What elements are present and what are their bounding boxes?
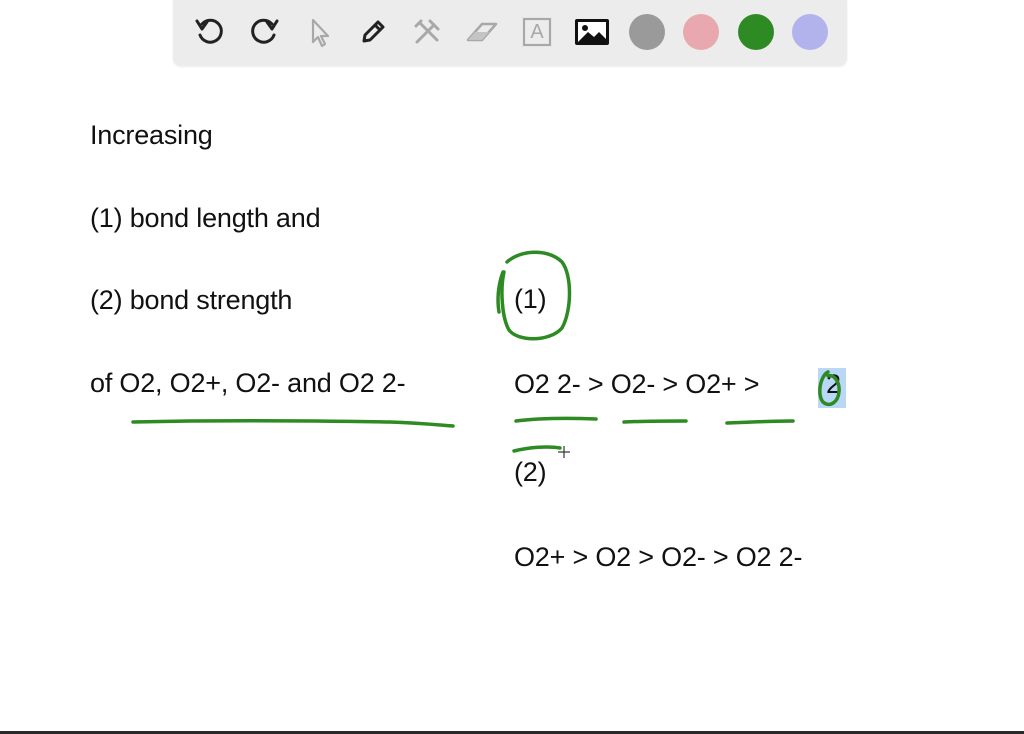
underline-answer-2 xyxy=(512,445,562,453)
pointer-icon xyxy=(311,18,330,48)
underline-o2-plus xyxy=(725,419,795,425)
answer-1-tail: 2 xyxy=(826,369,841,399)
redo-icon xyxy=(251,18,279,44)
eraser-tool-button[interactable] xyxy=(463,13,501,51)
answer-1-order: O2 2- > O2- > O2+ > xyxy=(514,369,760,399)
image-icon xyxy=(575,19,609,45)
color-swatch-gray[interactable] xyxy=(629,14,665,50)
underline-o2-minus xyxy=(622,419,688,424)
species-list: of O2, O2+, O2- and O2 2- xyxy=(90,368,406,398)
answer-2-order: O2+ > O2 > O2- > O2 2- xyxy=(514,542,803,572)
text-tool-label: A xyxy=(530,21,544,43)
underline-o2-2minus xyxy=(514,416,598,423)
tools-icon xyxy=(414,19,440,44)
answer-1-label: (1) xyxy=(514,284,547,314)
drawing-toolbar: A xyxy=(173,0,847,66)
color-swatch-pink[interactable] xyxy=(683,14,719,50)
underline-species xyxy=(131,419,455,428)
select-tool-button[interactable] xyxy=(300,13,338,51)
answer-2-label: (2) xyxy=(514,457,547,487)
pen-tool-button[interactable] xyxy=(354,13,392,51)
cursor-crosshair-icon xyxy=(558,446,570,458)
text-tool-button[interactable]: A xyxy=(518,13,556,51)
image-tool-button[interactable] xyxy=(573,13,611,51)
eraser-icon xyxy=(466,22,498,42)
tools-button[interactable] xyxy=(408,13,446,51)
color-swatch-lavender[interactable] xyxy=(792,14,828,50)
redo-button[interactable] xyxy=(245,13,283,51)
pen-icon xyxy=(362,20,385,43)
ink-annotations xyxy=(131,250,841,458)
circle-answer-1-tick xyxy=(496,270,505,314)
heading-text: Increasing xyxy=(90,120,213,150)
question-item-1: (1) bond length and xyxy=(90,203,321,233)
undo-button[interactable] xyxy=(191,13,229,51)
color-swatch-green[interactable] xyxy=(738,14,774,50)
undo-icon xyxy=(195,18,223,44)
question-item-2: (2) bond strength xyxy=(90,285,293,315)
